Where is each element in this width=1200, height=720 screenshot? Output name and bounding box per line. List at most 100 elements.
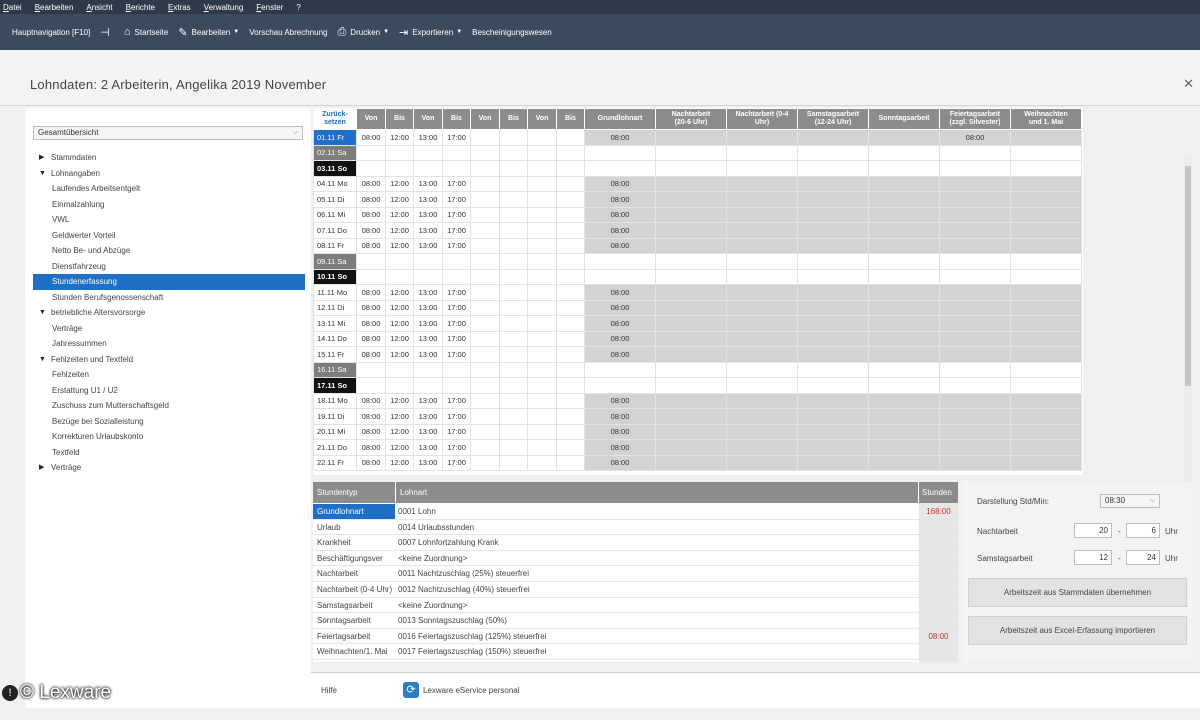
wage-row[interactable]: Nachtarbeit (0-4 Uhr) 0012 Nachtzuschlag …: [313, 582, 958, 598]
print-button[interactable]: ⎙ Drucken ▼: [337, 26, 389, 39]
surcharge-cell[interactable]: [868, 454, 940, 471]
display-format-select[interactable]: 08:30 ⌵: [1100, 494, 1160, 508]
close-button[interactable]: ✕: [1183, 76, 1194, 92]
surcharge-cell[interactable]: [939, 206, 1011, 223]
time-cell[interactable]: 17:00: [442, 299, 471, 316]
time-cell[interactable]: 08:00: [356, 315, 386, 332]
time-cell[interactable]: [499, 330, 528, 347]
surcharge-cell[interactable]: [655, 408, 727, 425]
surcharge-cell[interactable]: [797, 330, 869, 347]
time-cell[interactable]: 13:00: [413, 408, 443, 425]
time-cell[interactable]: [442, 377, 471, 394]
time-cell[interactable]: [556, 237, 585, 254]
surcharge-cell[interactable]: [797, 160, 869, 177]
collapse-icon[interactable]: ▼: [39, 352, 46, 368]
time-cell[interactable]: [556, 160, 585, 177]
surcharge-cell[interactable]: [726, 377, 798, 394]
time-cell[interactable]: 08:00: [356, 299, 386, 316]
time-cell[interactable]: [356, 361, 386, 378]
surcharge-cell[interactable]: [726, 299, 798, 316]
import-excel-button[interactable]: Arbeitszeit aus Excel-Erfassung importie…: [968, 616, 1187, 645]
time-cell[interactable]: [527, 144, 557, 161]
time-cell[interactable]: [356, 268, 386, 285]
wage-type-cell[interactable]: 0013 Sonntagszuschlag (50%): [398, 613, 507, 628]
date-cell[interactable]: 17.11 So: [313, 377, 357, 394]
surcharge-cell[interactable]: [797, 392, 869, 409]
time-cell[interactable]: [470, 361, 500, 378]
time-cell[interactable]: [556, 253, 585, 270]
time-cell[interactable]: [499, 268, 528, 285]
time-cell[interactable]: 08:00: [356, 346, 386, 363]
surcharge-cell[interactable]: [1010, 315, 1082, 332]
time-cell[interactable]: [499, 377, 528, 394]
surcharge-cell[interactable]: [797, 268, 869, 285]
time-cell[interactable]: [527, 160, 557, 177]
wage-row[interactable]: Samstagsarbeit <keine Zuordnung>: [313, 598, 958, 614]
surcharge-cell[interactable]: [655, 253, 727, 270]
surcharge-cell[interactable]: [726, 206, 798, 223]
time-cell[interactable]: 13:00: [413, 284, 443, 301]
surcharge-cell[interactable]: [939, 346, 1011, 363]
base-wage-cell[interactable]: 08:00: [584, 237, 656, 254]
surcharge-cell[interactable]: [655, 392, 727, 409]
time-cell[interactable]: [499, 346, 528, 363]
overview-select[interactable]: Gesamtübersicht ⌵: [33, 126, 303, 140]
reset-button[interactable]: Zurück- setzen: [313, 108, 357, 130]
time-cell[interactable]: [527, 299, 557, 316]
time-cell[interactable]: 13:00: [413, 330, 443, 347]
time-cell[interactable]: [556, 222, 585, 239]
wage-type-cell[interactable]: 0014 Urlaubsstunden: [398, 520, 474, 535]
surcharge-cell[interactable]: [797, 454, 869, 471]
base-wage-cell[interactable]: 08:00: [584, 129, 656, 146]
tree-item[interactable]: Bezüge bei Sozialleistung: [33, 414, 305, 430]
surcharge-cell[interactable]: [939, 144, 1011, 161]
wage-row[interactable]: Nachtarbeit 0011 Nachtzuschlag (25%) steu…: [313, 566, 958, 582]
time-cell[interactable]: 17:00: [442, 330, 471, 347]
time-cell[interactable]: [556, 377, 585, 394]
surcharge-cell[interactable]: [868, 191, 940, 208]
base-wage-cell[interactable]: 08:00: [584, 284, 656, 301]
wage-type-cell[interactable]: 0017 Feiertagszuschlag (150%) steuerfrei: [398, 644, 547, 659]
surcharge-cell[interactable]: [655, 160, 727, 177]
time-cell[interactable]: [499, 129, 528, 146]
wage-row[interactable]: Feiertagsarbeit 0016 Feiertagszuschlag (1…: [313, 628, 958, 645]
time-cell[interactable]: 08:00: [356, 423, 386, 440]
surcharge-cell[interactable]: 08:00: [939, 129, 1011, 146]
time-cell[interactable]: [527, 191, 557, 208]
menu-item-datei[interactable]: Datei: [3, 3, 22, 12]
surcharge-cell[interactable]: [655, 454, 727, 471]
wage-type-cell[interactable]: <keine Zuordnung>: [398, 551, 467, 566]
surcharge-cell[interactable]: [655, 175, 727, 192]
time-cell[interactable]: [413, 361, 443, 378]
surcharge-cell[interactable]: [797, 144, 869, 161]
time-cell[interactable]: 17:00: [442, 175, 471, 192]
base-wage-cell[interactable]: 08:00: [584, 222, 656, 239]
time-cell[interactable]: 13:00: [413, 206, 443, 223]
date-cell[interactable]: 20.11 Mi: [313, 423, 357, 440]
time-cell[interactable]: [556, 408, 585, 425]
surcharge-cell[interactable]: [868, 439, 940, 456]
surcharge-cell[interactable]: [939, 361, 1011, 378]
time-cell[interactable]: [527, 330, 557, 347]
time-cell[interactable]: 17:00: [442, 315, 471, 332]
menu-item-fenster[interactable]: Fenster: [256, 3, 283, 12]
time-cell[interactable]: [413, 160, 443, 177]
surcharge-cell[interactable]: [939, 315, 1011, 332]
surcharge-cell[interactable]: [797, 175, 869, 192]
wage-type-cell[interactable]: 0016 Feiertagszuschlag (125%) steuerfrei: [398, 629, 547, 644]
surcharge-cell[interactable]: [655, 377, 727, 394]
wage-type-cell[interactable]: 0007 Lohnfortzahlung Krank: [398, 535, 499, 550]
time-cell[interactable]: [527, 423, 557, 440]
surcharge-cell[interactable]: [868, 423, 940, 440]
time-cell[interactable]: [556, 423, 585, 440]
surcharge-cell[interactable]: [868, 392, 940, 409]
time-cell[interactable]: [442, 160, 471, 177]
surcharge-cell[interactable]: [868, 237, 940, 254]
surcharge-cell[interactable]: [655, 346, 727, 363]
time-cell[interactable]: [470, 253, 500, 270]
time-cell[interactable]: [499, 299, 528, 316]
export-button[interactable]: ⇥ Exportieren ▼: [399, 26, 462, 39]
time-cell[interactable]: 17:00: [442, 129, 471, 146]
surcharge-cell[interactable]: [797, 284, 869, 301]
time-cell[interactable]: [470, 299, 500, 316]
